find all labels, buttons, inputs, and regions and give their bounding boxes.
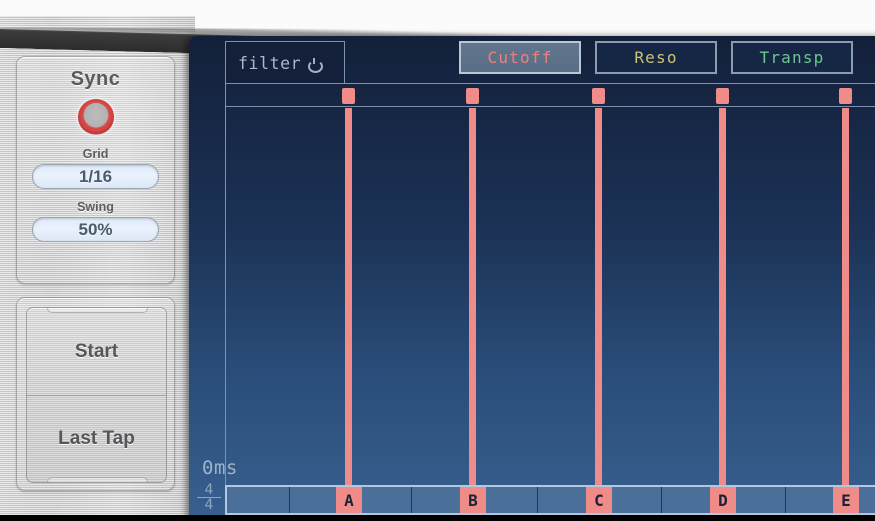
time-signature-numerator: 4 (204, 481, 214, 498)
tab-filter-label: filter (238, 53, 302, 73)
button-stack-top-notch (47, 308, 148, 313)
value-handle[interactable] (592, 88, 605, 104)
step-tick (411, 487, 412, 513)
step-position-bar[interactable]: A B C D E (225, 485, 875, 515)
value-handle[interactable] (342, 88, 355, 104)
grid-label: Grid (82, 147, 109, 161)
param-button-cutoff-label: Cutoff (487, 48, 553, 67)
plugin-window: Sync Grid 1/16 Swing 50% Start Last Tap … (0, 0, 875, 521)
last-tap-button[interactable]: Last Tap (27, 395, 166, 482)
grid-value-field[interactable]: 1/16 (32, 164, 159, 189)
step-tick (661, 487, 662, 513)
param-button-reso[interactable]: Reso (595, 41, 717, 74)
step-marker[interactable]: E (833, 487, 859, 513)
start-button[interactable]: Start (27, 308, 166, 395)
value-handle[interactable] (466, 88, 479, 104)
step-tick (537, 487, 538, 513)
swing-label: Swing (77, 200, 114, 214)
step-tick (785, 487, 786, 513)
step-value-bar[interactable] (842, 108, 849, 498)
step-value-bar[interactable] (345, 108, 352, 498)
value-handle[interactable] (839, 88, 852, 104)
window-bottom-strip (0, 515, 875, 521)
step-marker[interactable]: C (586, 487, 612, 513)
value-handle[interactable] (716, 88, 729, 104)
value-handle-lane (226, 84, 875, 107)
sync-panel-title: Sync (70, 68, 121, 90)
step-value-bar[interactable] (719, 108, 726, 498)
transport-panel: Start Last Tap (16, 297, 175, 491)
sync-panel: Sync Grid 1/16 Swing 50% (16, 56, 175, 284)
sync-led-wrapper (17, 99, 174, 135)
time-signature-denominator: 4 (197, 497, 221, 513)
button-stack-bottom-notch (47, 477, 148, 482)
param-button-reso-label: Reso (634, 48, 678, 67)
swing-value-field[interactable]: 50% (32, 217, 159, 242)
param-button-transp[interactable]: Transp (731, 41, 853, 74)
sequencer-header: filter Cutoff Reso Transp (189, 36, 875, 84)
step-marker[interactable]: D (710, 487, 736, 513)
led-indicator-icon[interactable] (77, 99, 114, 135)
power-icon[interactable] (308, 57, 324, 73)
param-button-cutoff[interactable]: Cutoff (459, 41, 581, 74)
step-value-bar[interactable] (469, 108, 476, 498)
transport-button-stack: Start Last Tap (26, 307, 167, 483)
step-tick (289, 487, 290, 513)
ms-readout: 0ms (202, 457, 238, 479)
step-marker[interactable]: B (460, 487, 486, 513)
step-value-bar[interactable] (595, 108, 602, 498)
sequencer-display: filter Cutoff Reso Transp 0ms 4 4 A B C D E (189, 36, 875, 521)
step-marker[interactable]: A (336, 487, 362, 513)
time-signature[interactable]: 4 4 (197, 481, 221, 513)
param-button-transp-label: Transp (759, 48, 825, 67)
step-grid[interactable] (225, 83, 875, 521)
tab-filter[interactable]: filter (225, 41, 345, 84)
